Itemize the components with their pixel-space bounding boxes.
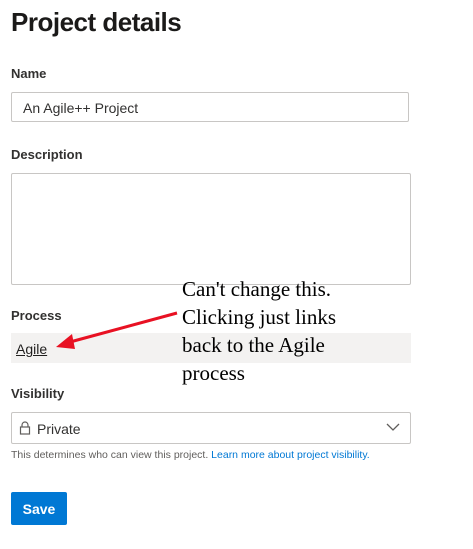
annotation-line: Can't change this. [182, 277, 331, 301]
process-link[interactable]: Agile [16, 341, 47, 357]
description-field[interactable] [11, 173, 411, 285]
chevron-down-icon [386, 423, 400, 431]
save-button[interactable]: Save [11, 492, 67, 525]
visibility-help-text: This determines who can view this projec… [11, 449, 209, 461]
visibility-label: Visibility [11, 386, 65, 401]
annotation-line: process [182, 361, 245, 385]
name-field-value: An Agile++ Project [23, 100, 139, 116]
page-title: Project details [11, 7, 182, 37]
description-label: Description [11, 147, 83, 162]
visibility-learn-more-link[interactable]: Learn more about project visibility. [211, 449, 370, 461]
annotation-line: back to the Agile [182, 333, 325, 357]
visibility-dropdown[interactable]: Private [11, 412, 411, 444]
name-field[interactable]: An Agile++ Project [11, 92, 409, 122]
annotation-line: Clicking just links [182, 305, 337, 329]
annotation-callout: Can't change this. Clicking just links b… [182, 275, 422, 387]
lock-icon [19, 421, 31, 435]
visibility-help: This determines who can view this projec… [11, 449, 370, 461]
name-label: Name [11, 66, 47, 81]
visibility-value: Private [37, 421, 81, 437]
process-label: Process [11, 308, 62, 323]
